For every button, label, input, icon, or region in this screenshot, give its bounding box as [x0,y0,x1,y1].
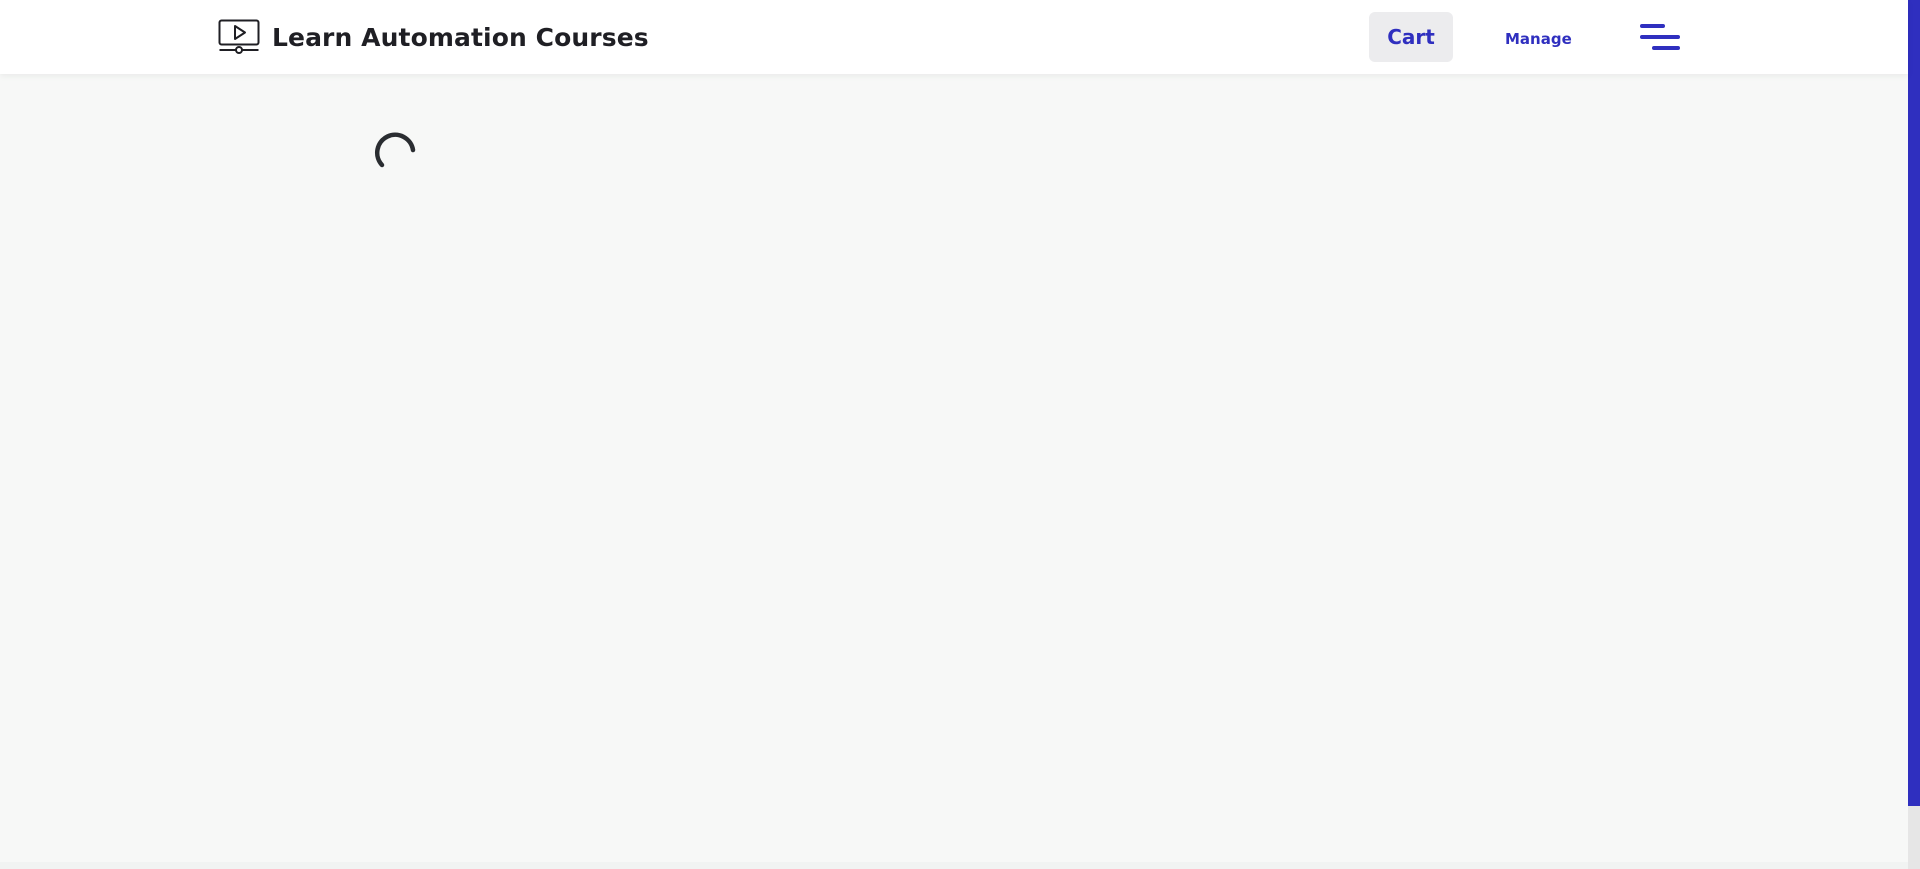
vertical-scrollbar-thumb[interactable] [1908,0,1920,806]
loading-spinner-icon [374,132,416,168]
hamburger-menu-icon [1640,24,1680,50]
top-navigation-bar: Learn Automation Courses Cart Manage [0,0,1908,74]
page: Learn Automation Courses Cart Manage [0,0,1920,869]
manage-link[interactable]: Manage [1505,28,1572,50]
video-player-icon [218,19,260,54]
brand-title: Learn Automation Courses [272,22,649,52]
loading-spinner [374,129,416,171]
page-bottom-edge [0,862,1908,869]
hamburger-menu-button[interactable] [1640,22,1682,52]
brand-home-link[interactable]: Learn Automation Courses [218,18,649,56]
cart-button[interactable]: Cart [1369,12,1453,62]
